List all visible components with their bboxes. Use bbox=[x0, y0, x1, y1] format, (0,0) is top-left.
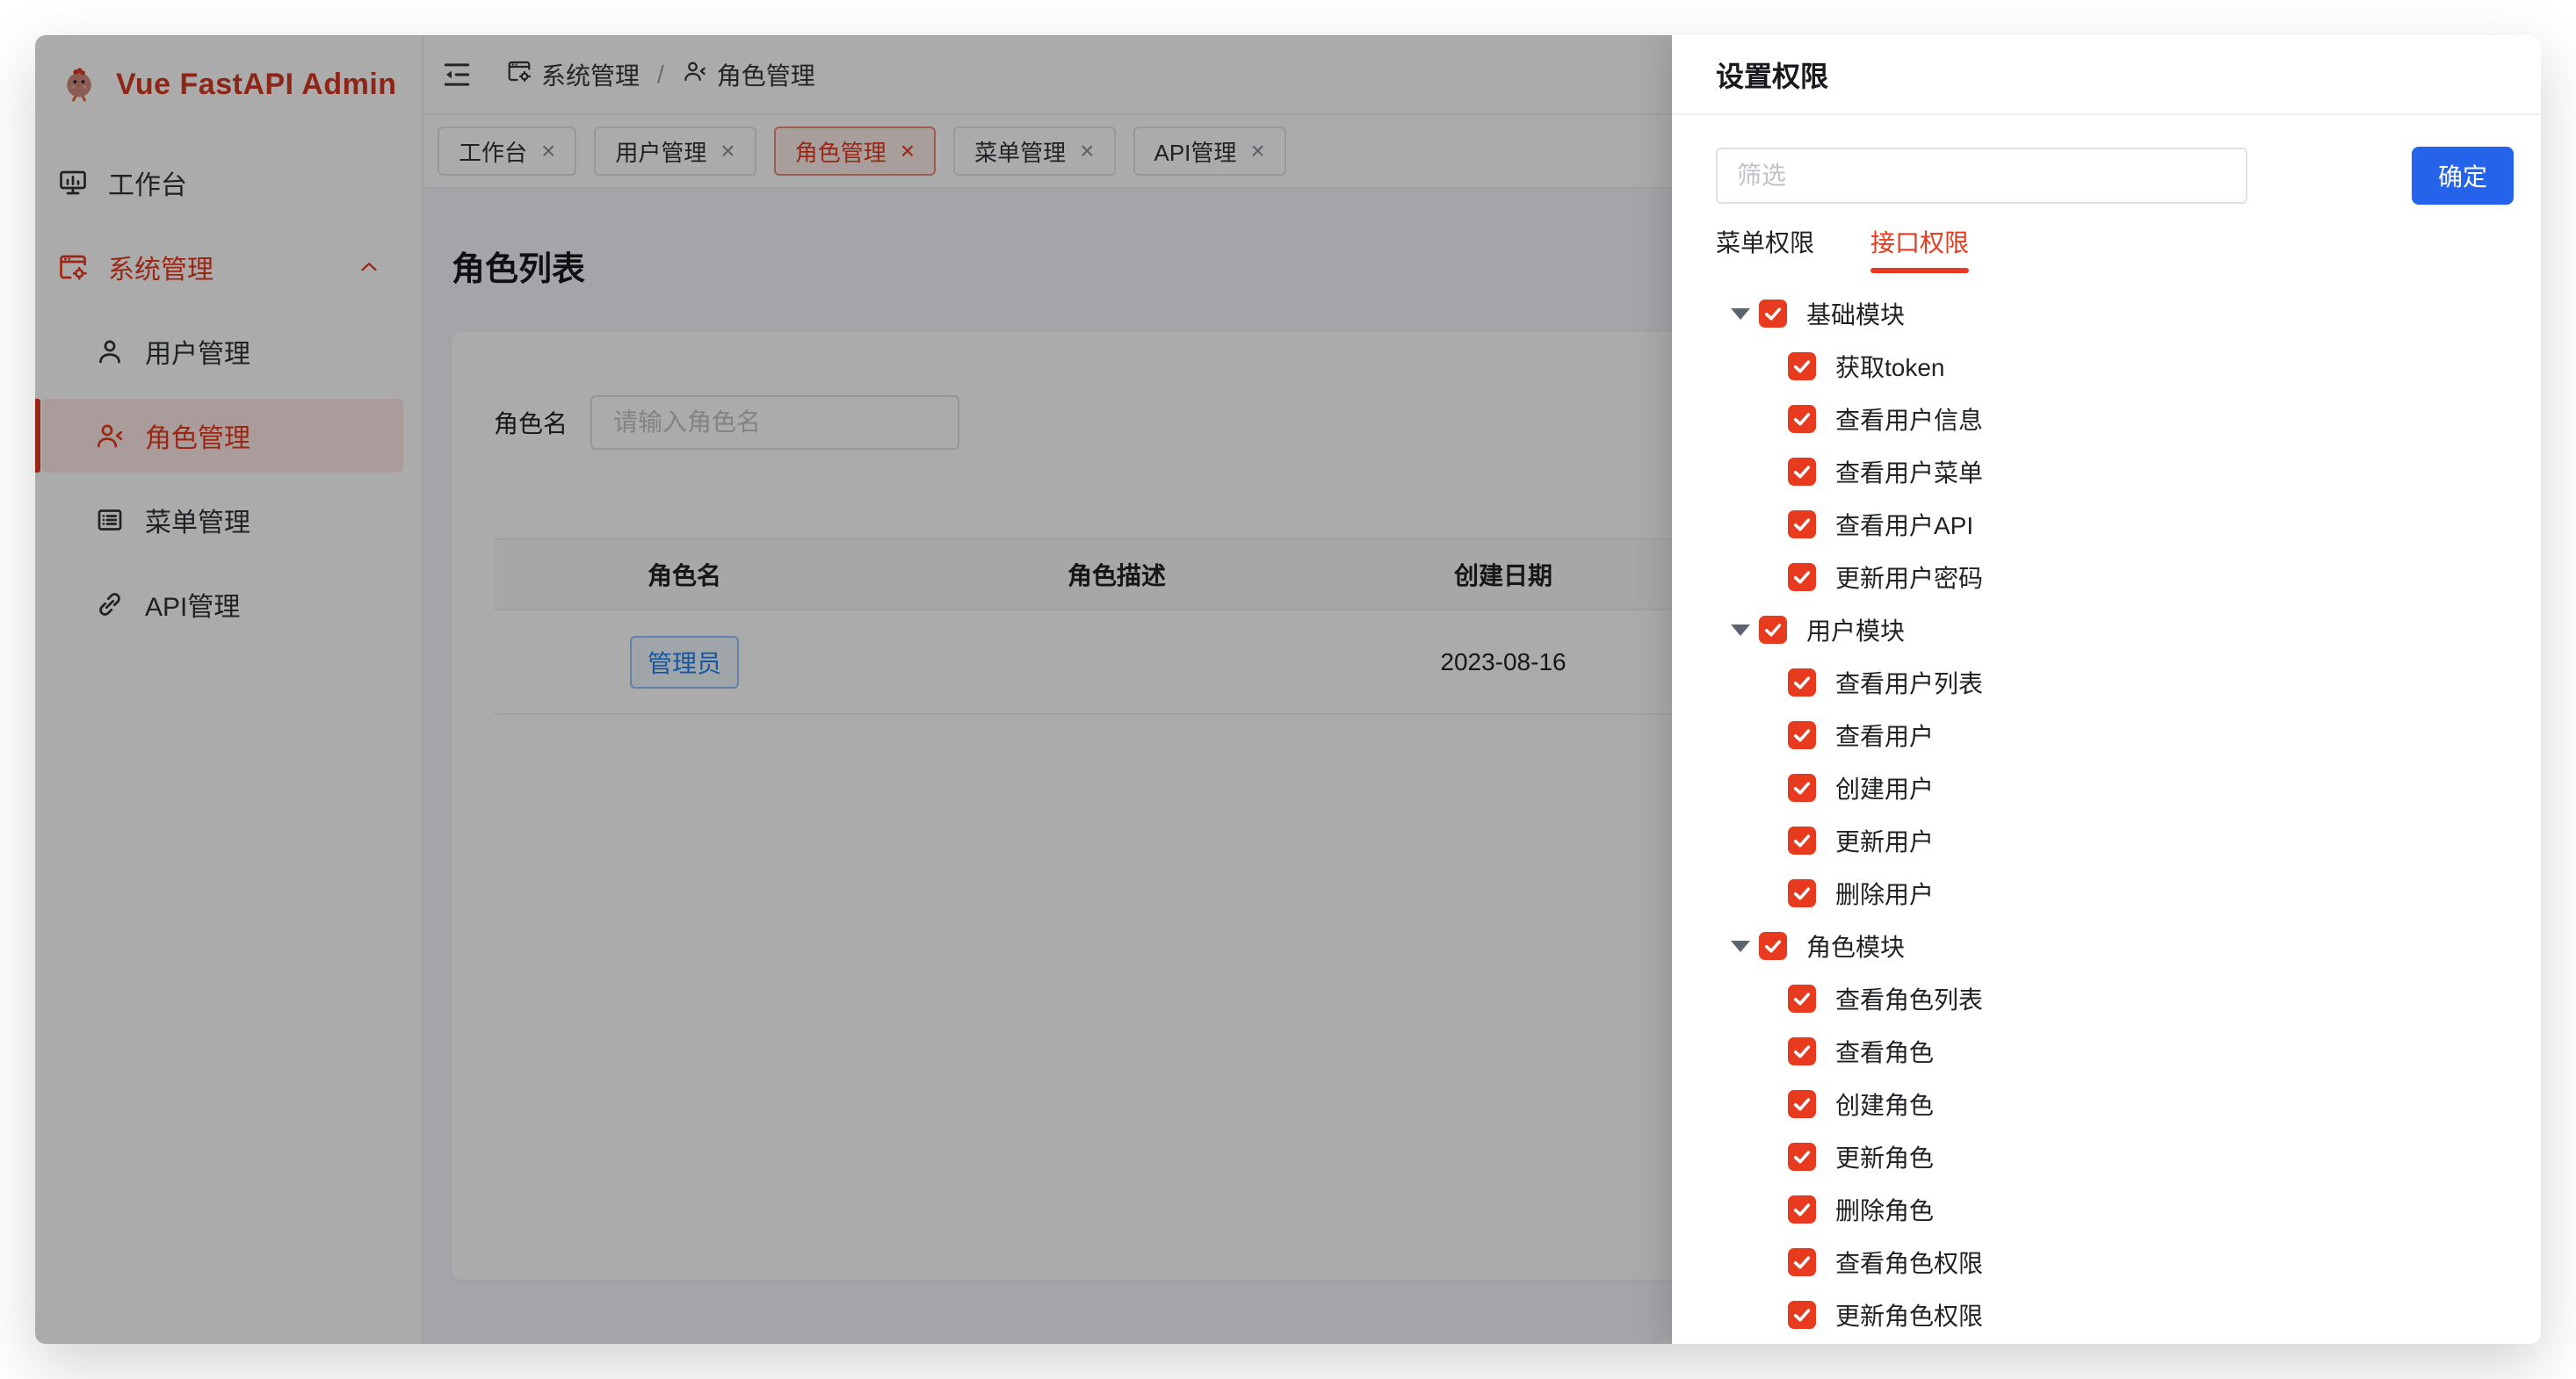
checkbox-checked[interactable] bbox=[1788, 1143, 1816, 1171]
checkbox-checked[interactable] bbox=[1788, 510, 1816, 538]
tree-node-label: 删除角色 bbox=[1835, 1192, 1934, 1227]
tree-row-查看用户列表[interactable]: 查看用户列表 bbox=[1716, 656, 2514, 709]
tree-row-查看用户API[interactable]: 查看用户API bbox=[1716, 498, 2514, 551]
checkbox-checked[interactable] bbox=[1788, 1195, 1816, 1224]
checkbox-checked[interactable] bbox=[1788, 1090, 1816, 1118]
confirm-button[interactable]: 确定 bbox=[2412, 147, 2514, 205]
checkbox-checked[interactable] bbox=[1788, 721, 1816, 749]
tree-row-创建角色[interactable]: 创建角色 bbox=[1716, 1078, 2514, 1130]
checkbox-checked[interactable] bbox=[1788, 1037, 1816, 1065]
checkbox-checked[interactable] bbox=[1759, 300, 1787, 328]
drawer-title: 设置权限 bbox=[1672, 35, 2541, 115]
permission-tabs: 菜单权限 接口权限 bbox=[1716, 224, 2514, 270]
caret-down-icon[interactable] bbox=[1729, 308, 1759, 320]
tree-node-label: 查看用户 bbox=[1835, 718, 1934, 753]
permissions-drawer: 设置权限 确定 菜单权限接口权限 基础模块获取token查看用户信息查看用户菜单… bbox=[1672, 35, 2541, 1344]
tree-node-label: 查看用户信息 bbox=[1835, 401, 1983, 437]
permission-filter-input[interactable] bbox=[1716, 148, 2247, 204]
filter-row: 确定 bbox=[1716, 147, 2514, 205]
tree-row-删除角色[interactable]: 删除角色 bbox=[1716, 1183, 2514, 1236]
permission-tab-菜单权限[interactable]: 菜单权限 bbox=[1716, 224, 1814, 270]
tree-node-label: 查看用户API bbox=[1835, 507, 1973, 542]
tree-row-用户模块[interactable]: 用户模块 bbox=[1716, 603, 2514, 656]
checkbox-checked[interactable] bbox=[1788, 458, 1816, 486]
tree-row-创建用户[interactable]: 创建用户 bbox=[1716, 762, 2514, 814]
tree-node-label: 查看用户菜单 bbox=[1835, 454, 1983, 489]
tree-row-查看用户菜单[interactable]: 查看用户菜单 bbox=[1716, 445, 2514, 498]
tree-row-更新用户[interactable]: 更新用户 bbox=[1716, 814, 2514, 867]
tree-row-更新角色[interactable]: 更新角色 bbox=[1716, 1130, 2514, 1183]
tree-row-删除用户[interactable]: 删除用户 bbox=[1716, 867, 2514, 920]
tree-row-基础模块[interactable]: 基础模块 bbox=[1716, 287, 2514, 340]
checkbox-checked[interactable] bbox=[1788, 563, 1816, 591]
tree-node-label: 查看角色列表 bbox=[1835, 981, 1983, 1016]
tree-node-label: 查看角色权限 bbox=[1835, 1245, 1983, 1280]
tree-node-label: 更新用户 bbox=[1835, 823, 1934, 858]
checkbox-checked[interactable] bbox=[1788, 668, 1816, 697]
tree-node-label: 查看角色 bbox=[1835, 1034, 1934, 1069]
tree-row-获取token[interactable]: 获取token bbox=[1716, 340, 2514, 393]
tree-row-查看用户信息[interactable]: 查看用户信息 bbox=[1716, 393, 2514, 445]
tree-node-label: 基础模块 bbox=[1806, 296, 1905, 331]
tree-node-label: 获取token bbox=[1835, 349, 1945, 384]
checkbox-checked[interactable] bbox=[1788, 1301, 1816, 1329]
app-window: Vue FastAPI Admin 工作台系统管理用户管理角色管理菜单管理API… bbox=[35, 35, 2541, 1344]
checkbox-checked[interactable] bbox=[1759, 616, 1787, 644]
checkbox-checked[interactable] bbox=[1759, 932, 1787, 960]
checkbox-checked[interactable] bbox=[1788, 827, 1816, 855]
checkbox-checked[interactable] bbox=[1788, 774, 1816, 802]
tree-node-label: 创建用户 bbox=[1835, 770, 1934, 805]
checkbox-checked[interactable] bbox=[1788, 879, 1816, 907]
caret-down-icon[interactable] bbox=[1729, 941, 1759, 952]
permission-tree: 基础模块获取token 查看用户信息查看用户菜单查看用户API 更新用户密码用户模块… bbox=[1716, 287, 2514, 1341]
tree-node-label: 更新用户密码 bbox=[1835, 560, 1983, 595]
tree-node-label: 用户模块 bbox=[1806, 612, 1905, 647]
tree-node-label: 角色模块 bbox=[1806, 928, 1905, 964]
checkbox-checked[interactable] bbox=[1788, 405, 1816, 433]
tree-node-label: 更新角色 bbox=[1835, 1139, 1934, 1174]
tree-row-查看角色列表[interactable]: 查看角色列表 bbox=[1716, 972, 2514, 1025]
tree-row-更新用户密码[interactable]: 更新用户密码 bbox=[1716, 551, 2514, 603]
checkbox-checked[interactable] bbox=[1788, 1248, 1816, 1276]
tree-row-更新角色权限[interactable]: 更新角色权限 bbox=[1716, 1289, 2514, 1341]
tree-row-查看角色[interactable]: 查看角色 bbox=[1716, 1025, 2514, 1078]
checkbox-checked[interactable] bbox=[1788, 985, 1816, 1013]
tree-node-label: 查看用户列表 bbox=[1835, 665, 1983, 700]
tree-row-角色模块[interactable]: 角色模块 bbox=[1716, 920, 2514, 972]
caret-down-icon[interactable] bbox=[1729, 625, 1759, 636]
tree-node-label: 删除用户 bbox=[1835, 876, 1934, 911]
tree-node-label: 创建角色 bbox=[1835, 1087, 1934, 1122]
tree-node-label: 更新角色权限 bbox=[1835, 1297, 1983, 1332]
drawer-body: 确定 菜单权限 接口权限 基础模块获取token 查看用户信息查看用户菜单查看用户A… bbox=[1672, 115, 2541, 1344]
tree-row-查看用户[interactable]: 查看用户 bbox=[1716, 709, 2514, 762]
checkbox-checked[interactable] bbox=[1788, 352, 1816, 380]
tree-row-查看角色权限[interactable]: 查看角色权限 bbox=[1716, 1236, 2514, 1289]
permission-tab-接口权限[interactable]: 接口权限 bbox=[1870, 224, 1969, 270]
